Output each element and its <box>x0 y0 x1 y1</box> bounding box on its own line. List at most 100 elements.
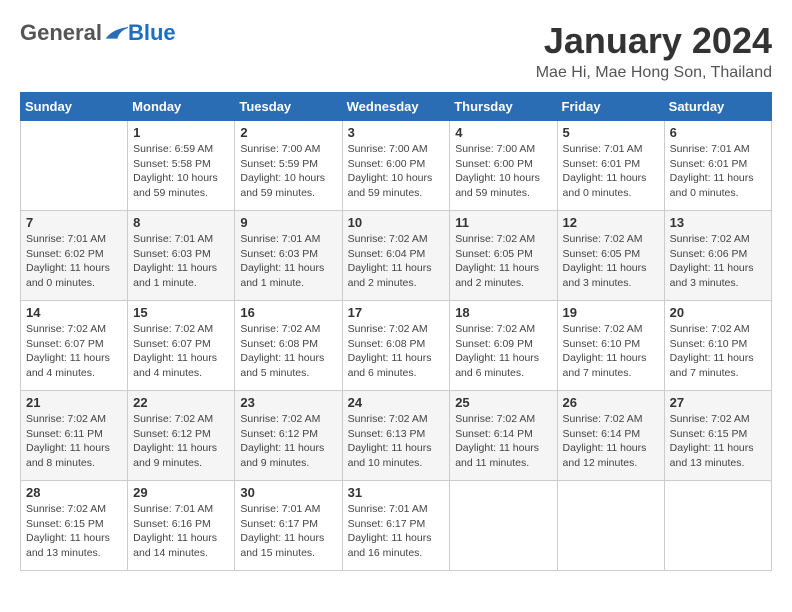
header-saturday: Saturday <box>664 93 771 121</box>
day-info: Sunrise: 7:02 AM Sunset: 6:09 PM Dayligh… <box>455 322 551 381</box>
calendar-table: SundayMondayTuesdayWednesdayThursdayFrid… <box>20 92 772 571</box>
day-number: 4 <box>455 125 551 140</box>
calendar-cell: 4 Sunrise: 7:00 AM Sunset: 6:00 PM Daylig… <box>450 121 557 211</box>
calendar-cell: 26 Sunrise: 7:02 AM Sunset: 6:14 PM Dayli… <box>557 391 664 481</box>
day-number: 21 <box>26 395 122 410</box>
calendar-cell: 7 Sunrise: 7:01 AM Sunset: 6:02 PM Daylig… <box>21 211 128 301</box>
calendar-cell <box>450 481 557 571</box>
day-number: 10 <box>348 215 445 230</box>
day-info: Sunrise: 7:00 AM Sunset: 6:00 PM Dayligh… <box>348 142 445 201</box>
calendar-cell: 15Sunrise: 7:02 AM Sunset: 6:07 PM Dayli… <box>128 301 235 391</box>
day-info: Sunrise: 7:02 AM Sunset: 6:10 PM Dayligh… <box>563 322 659 381</box>
calendar-cell: 1Sunrise: 6:59 AM Sunset: 5:58 PM Daylig… <box>128 121 235 211</box>
logo: General Blue <box>20 20 176 46</box>
day-info: Sunrise: 7:02 AM Sunset: 6:04 PM Dayligh… <box>348 232 445 291</box>
day-number: 26 <box>563 395 659 410</box>
day-number: 19 <box>563 305 659 320</box>
day-number: 16 <box>240 305 336 320</box>
header-sunday: Sunday <box>21 93 128 121</box>
calendar-week-1: 1Sunrise: 6:59 AM Sunset: 5:58 PM Daylig… <box>21 121 772 211</box>
calendar-cell: 23Sunrise: 7:02 AM Sunset: 6:12 PM Dayli… <box>235 391 342 481</box>
calendar-body: 1Sunrise: 6:59 AM Sunset: 5:58 PM Daylig… <box>21 121 772 571</box>
calendar-cell: 11 Sunrise: 7:02 AM Sunset: 6:05 PM Dayli… <box>450 211 557 301</box>
calendar-cell: 24 Sunrise: 7:02 AM Sunset: 6:13 PM Dayli… <box>342 391 450 481</box>
calendar-cell: 2 Sunrise: 7:00 AM Sunset: 5:59 PM Daylig… <box>235 121 342 211</box>
calendar-cell <box>21 121 128 211</box>
calendar-cell: 25 Sunrise: 7:02 AM Sunset: 6:14 PM Dayli… <box>450 391 557 481</box>
day-number: 5 <box>563 125 659 140</box>
calendar-header-row: SundayMondayTuesdayWednesdayThursdayFrid… <box>21 93 772 121</box>
day-number: 31 <box>348 485 445 500</box>
calendar-cell: 19 Sunrise: 7:02 AM Sunset: 6:10 PM Dayli… <box>557 301 664 391</box>
day-number: 18 <box>455 305 551 320</box>
calendar-cell: 12 Sunrise: 7:02 AM Sunset: 6:05 PM Dayli… <box>557 211 664 301</box>
day-number: 15 <box>133 305 229 320</box>
day-number: 30 <box>240 485 336 500</box>
day-info: Sunrise: 7:02 AM Sunset: 6:08 PM Dayligh… <box>348 322 445 381</box>
day-info: Sunrise: 7:01 AM Sunset: 6:01 PM Dayligh… <box>563 142 659 201</box>
day-info: Sunrise: 7:02 AM Sunset: 6:05 PM Dayligh… <box>563 232 659 291</box>
calendar-cell: 13 Sunrise: 7:02 AM Sunset: 6:06 PM Dayli… <box>664 211 771 301</box>
calendar-cell <box>664 481 771 571</box>
day-number: 8 <box>133 215 229 230</box>
logo-bird-icon <box>104 24 128 42</box>
day-number: 20 <box>670 305 766 320</box>
calendar-cell: 30 Sunrise: 7:01 AM Sunset: 6:17 PM Dayli… <box>235 481 342 571</box>
calendar-week-3: 14Sunrise: 7:02 AM Sunset: 6:07 PM Dayli… <box>21 301 772 391</box>
calendar-cell: 16Sunrise: 7:02 AM Sunset: 6:08 PM Dayli… <box>235 301 342 391</box>
logo-general: General <box>20 20 102 46</box>
day-info: Sunrise: 7:01 AM Sunset: 6:01 PM Dayligh… <box>670 142 766 201</box>
day-number: 9 <box>240 215 336 230</box>
day-info: Sunrise: 7:02 AM Sunset: 6:13 PM Dayligh… <box>348 412 445 471</box>
calendar-cell: 22Sunrise: 7:02 AM Sunset: 6:12 PM Dayli… <box>128 391 235 481</box>
calendar-week-4: 21 Sunrise: 7:02 AM Sunset: 6:11 PM Dayli… <box>21 391 772 481</box>
calendar-cell: 10 Sunrise: 7:02 AM Sunset: 6:04 PM Dayli… <box>342 211 450 301</box>
calendar-cell: 5 Sunrise: 7:01 AM Sunset: 6:01 PM Daylig… <box>557 121 664 211</box>
calendar-cell: 21 Sunrise: 7:02 AM Sunset: 6:11 PM Dayli… <box>21 391 128 481</box>
day-info: Sunrise: 7:02 AM Sunset: 6:10 PM Dayligh… <box>670 322 766 381</box>
day-info: Sunrise: 7:00 AM Sunset: 5:59 PM Dayligh… <box>240 142 336 201</box>
calendar-cell: 18 Sunrise: 7:02 AM Sunset: 6:09 PM Dayli… <box>450 301 557 391</box>
header-wednesday: Wednesday <box>342 93 450 121</box>
day-number: 25 <box>455 395 551 410</box>
day-number: 7 <box>26 215 122 230</box>
title-block: January 2024 Mae Hi, Mae Hong Son, Thail… <box>536 20 772 82</box>
day-info: Sunrise: 7:02 AM Sunset: 6:11 PM Dayligh… <box>26 412 122 471</box>
day-info: Sunrise: 7:01 AM Sunset: 6:02 PM Dayligh… <box>26 232 122 291</box>
calendar-cell: 9Sunrise: 7:01 AM Sunset: 6:03 PM Daylig… <box>235 211 342 301</box>
day-number: 24 <box>348 395 445 410</box>
calendar-cell: 17 Sunrise: 7:02 AM Sunset: 6:08 PM Dayli… <box>342 301 450 391</box>
calendar-cell: 28Sunrise: 7:02 AM Sunset: 6:15 PM Dayli… <box>21 481 128 571</box>
day-info: Sunrise: 7:00 AM Sunset: 6:00 PM Dayligh… <box>455 142 551 201</box>
day-number: 17 <box>348 305 445 320</box>
day-number: 12 <box>563 215 659 230</box>
day-info: Sunrise: 7:02 AM Sunset: 6:05 PM Dayligh… <box>455 232 551 291</box>
day-number: 14 <box>26 305 122 320</box>
header-monday: Monday <box>128 93 235 121</box>
day-number: 22 <box>133 395 229 410</box>
calendar-week-5: 28Sunrise: 7:02 AM Sunset: 6:15 PM Dayli… <box>21 481 772 571</box>
day-info: Sunrise: 7:02 AM Sunset: 6:06 PM Dayligh… <box>670 232 766 291</box>
calendar-cell: 3 Sunrise: 7:00 AM Sunset: 6:00 PM Daylig… <box>342 121 450 211</box>
day-number: 11 <box>455 215 551 230</box>
page-header: General Blue January 2024 Mae Hi, Mae Ho… <box>20 20 772 82</box>
day-info: Sunrise: 7:01 AM Sunset: 6:17 PM Dayligh… <box>240 502 336 561</box>
calendar-cell: 27 Sunrise: 7:02 AM Sunset: 6:15 PM Dayli… <box>664 391 771 481</box>
calendar-cell: 31Sunrise: 7:01 AM Sunset: 6:17 PM Dayli… <box>342 481 450 571</box>
day-number: 1 <box>133 125 229 140</box>
day-info: Sunrise: 7:02 AM Sunset: 6:15 PM Dayligh… <box>670 412 766 471</box>
day-number: 3 <box>348 125 445 140</box>
header-thursday: Thursday <box>450 93 557 121</box>
day-info: Sunrise: 7:02 AM Sunset: 6:14 PM Dayligh… <box>455 412 551 471</box>
day-number: 2 <box>240 125 336 140</box>
calendar-cell <box>557 481 664 571</box>
calendar-cell: 8 Sunrise: 7:01 AM Sunset: 6:03 PM Daylig… <box>128 211 235 301</box>
day-info: Sunrise: 7:02 AM Sunset: 6:15 PM Dayligh… <box>26 502 122 561</box>
day-number: 13 <box>670 215 766 230</box>
day-number: 27 <box>670 395 766 410</box>
day-number: 23 <box>240 395 336 410</box>
calendar-cell: 14Sunrise: 7:02 AM Sunset: 6:07 PM Dayli… <box>21 301 128 391</box>
day-info: Sunrise: 7:02 AM Sunset: 6:14 PM Dayligh… <box>563 412 659 471</box>
day-info: Sunrise: 7:01 AM Sunset: 6:16 PM Dayligh… <box>133 502 229 561</box>
day-info: Sunrise: 7:01 AM Sunset: 6:03 PM Dayligh… <box>133 232 229 291</box>
